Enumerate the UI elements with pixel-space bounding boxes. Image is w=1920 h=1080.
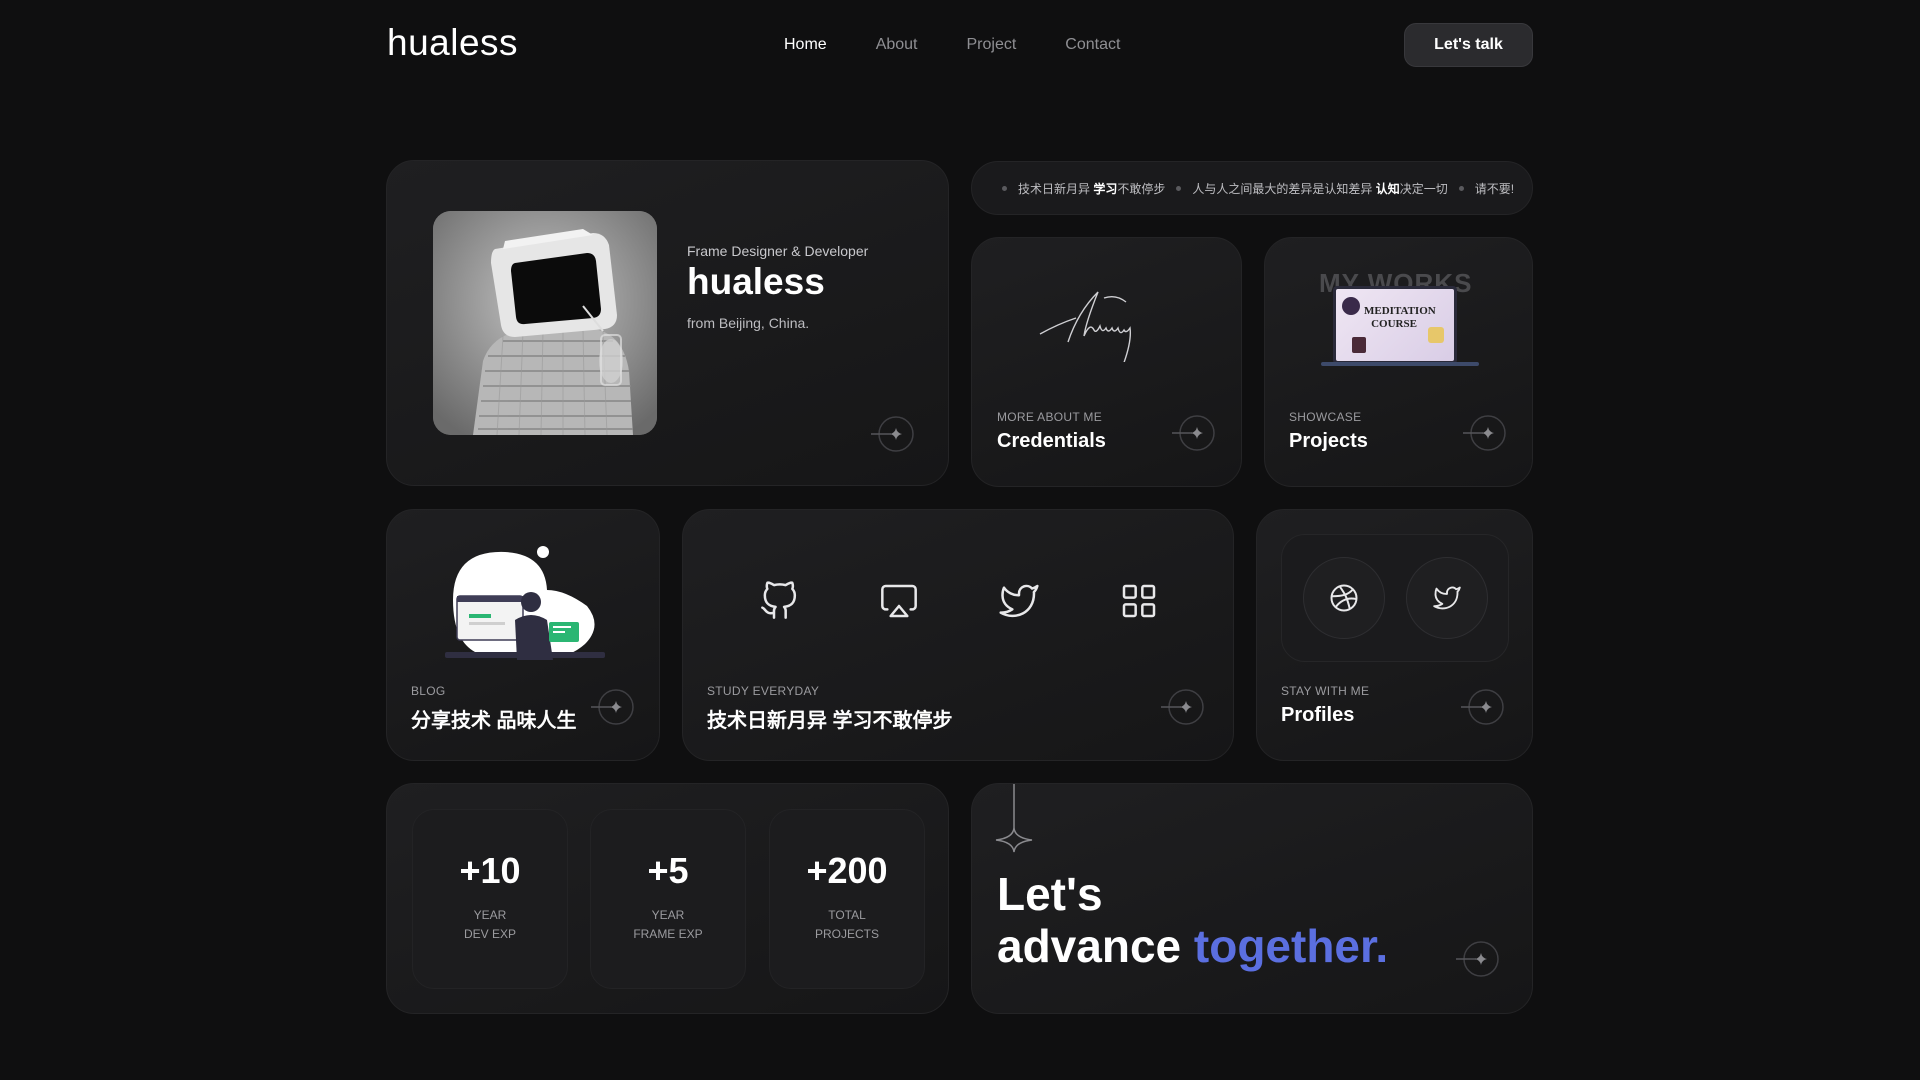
contact-cta-card[interactable]: Let's advance together. — [971, 783, 1533, 1014]
profile-location: from Beijing, China. — [687, 315, 810, 331]
profiles-icon-tray — [1281, 534, 1509, 662]
stat-label: YEAR DEV EXP — [463, 908, 517, 941]
sparkle-arrow-icon[interactable] — [1463, 410, 1509, 456]
stat-label: YEAR FRAME EXP — [633, 908, 703, 941]
cta-highlight: together. — [1193, 920, 1389, 972]
sparkle-arrow-icon[interactable] — [871, 411, 917, 457]
profile-role: Frame Designer & Developer — [687, 243, 869, 259]
thumb-line2: COURSE — [1371, 318, 1417, 330]
sparkle-arrow-icon[interactable] — [1456, 936, 1502, 982]
lets-talk-button[interactable]: Let's talk — [1404, 23, 1533, 67]
sparkle-arrow-icon[interactable] — [1172, 410, 1218, 456]
profile-photo — [433, 211, 657, 435]
main-nav: Home About Project Contact — [784, 36, 1120, 54]
blog-eyebrow: BLOG — [411, 684, 446, 698]
sparkle-arrow-icon[interactable] — [1161, 684, 1207, 730]
blog-title: 分享技术 品味人生 — [411, 710, 577, 732]
twitter-icon[interactable] — [999, 581, 1039, 621]
stat-dev-exp: +10 YEAR DEV EXP — [412, 809, 568, 989]
cta-headline: Let's advance together. — [997, 868, 1389, 972]
nav-contact[interactable]: Contact — [1065, 36, 1120, 54]
marquee-item: 请不要! — [1474, 181, 1515, 196]
marquee-dot — [1176, 185, 1182, 191]
stat-value: +5 — [647, 850, 689, 891]
nav-about[interactable]: About — [876, 36, 918, 54]
projects-eyebrow: SHOWCASE — [1289, 410, 1362, 424]
marquee-dot — [1458, 185, 1464, 191]
projects-card[interactable]: MY WORKS MEDITATION COURSE SHOWCASE Proj… — [1264, 237, 1533, 487]
twitter-icon — [1433, 586, 1461, 610]
dribbble-button[interactable] — [1303, 557, 1385, 639]
marquee-dot — [1002, 185, 1007, 191]
nav-home[interactable]: Home — [784, 36, 827, 54]
stat-value: +200 — [806, 850, 888, 891]
blog-illustration — [445, 546, 605, 660]
laptop-mockup: MEDITATION COURSE — [1321, 286, 1479, 366]
marquee-item: 人与人之间最大的差异是认知差异 认知决定一切 — [1192, 181, 1448, 196]
airplay-icon[interactable] — [879, 581, 919, 621]
profiles-eyebrow: STAY WITH ME — [1281, 684, 1370, 698]
credentials-eyebrow: MORE ABOUT ME — [997, 410, 1103, 424]
thumb-line1: MEDITATION — [1364, 305, 1436, 317]
stat-label: TOTAL PROJECTS — [814, 908, 879, 941]
profile-name: hualess — [687, 261, 825, 302]
stat-value: +10 — [459, 850, 521, 891]
logo[interactable]: hualess — [387, 22, 518, 64]
credentials-card[interactable]: MORE ABOUT ME Credentials — [971, 237, 1242, 487]
profiles-card[interactable]: STAY WITH ME Profiles — [1256, 509, 1533, 761]
profiles-title: Profiles — [1281, 704, 1355, 726]
credentials-title: Credentials — [997, 430, 1106, 452]
study-title: 技术日新月异 学习不敢停步 — [707, 710, 953, 732]
stat-total-projects: +200 TOTAL PROJECTS — [769, 809, 925, 989]
projects-title: Projects — [1289, 430, 1368, 452]
nav-project[interactable]: Project — [967, 36, 1017, 54]
sparkle-icon — [995, 784, 1033, 853]
github-icon[interactable] — [759, 581, 799, 621]
grid-icon[interactable] — [1119, 581, 1159, 621]
stats-card: +10 YEAR DEV EXP +5 YEAR FRAME EXP +200 TO… — [386, 783, 949, 1014]
stat-frame-exp: +5 YEAR FRAME EXP — [590, 809, 746, 989]
dribbble-icon — [1330, 584, 1358, 612]
blog-card[interactable]: BLOG 分享技术 品味人生 — [386, 509, 660, 761]
sparkle-arrow-icon[interactable] — [1461, 684, 1507, 730]
profile-card[interactable]: Frame Designer & Developer hualess from … — [386, 160, 949, 486]
sparkle-arrow-icon[interactable] — [591, 684, 637, 730]
study-eyebrow: STUDY EVERYDAY — [707, 684, 820, 698]
study-card[interactable]: STUDY EVERYDAY 技术日新月异 学习不敢停步 — [682, 509, 1234, 761]
signature-image — [1039, 291, 1132, 362]
marquee-item: 技术日新月异 学习不敢停步 — [1018, 181, 1166, 196]
quote-marquee: 技术日新月异 学习不敢停步 人与人之间最大的差异是认知差异 认知决定一切 请不要… — [971, 161, 1533, 215]
twitter-button[interactable] — [1406, 557, 1488, 639]
